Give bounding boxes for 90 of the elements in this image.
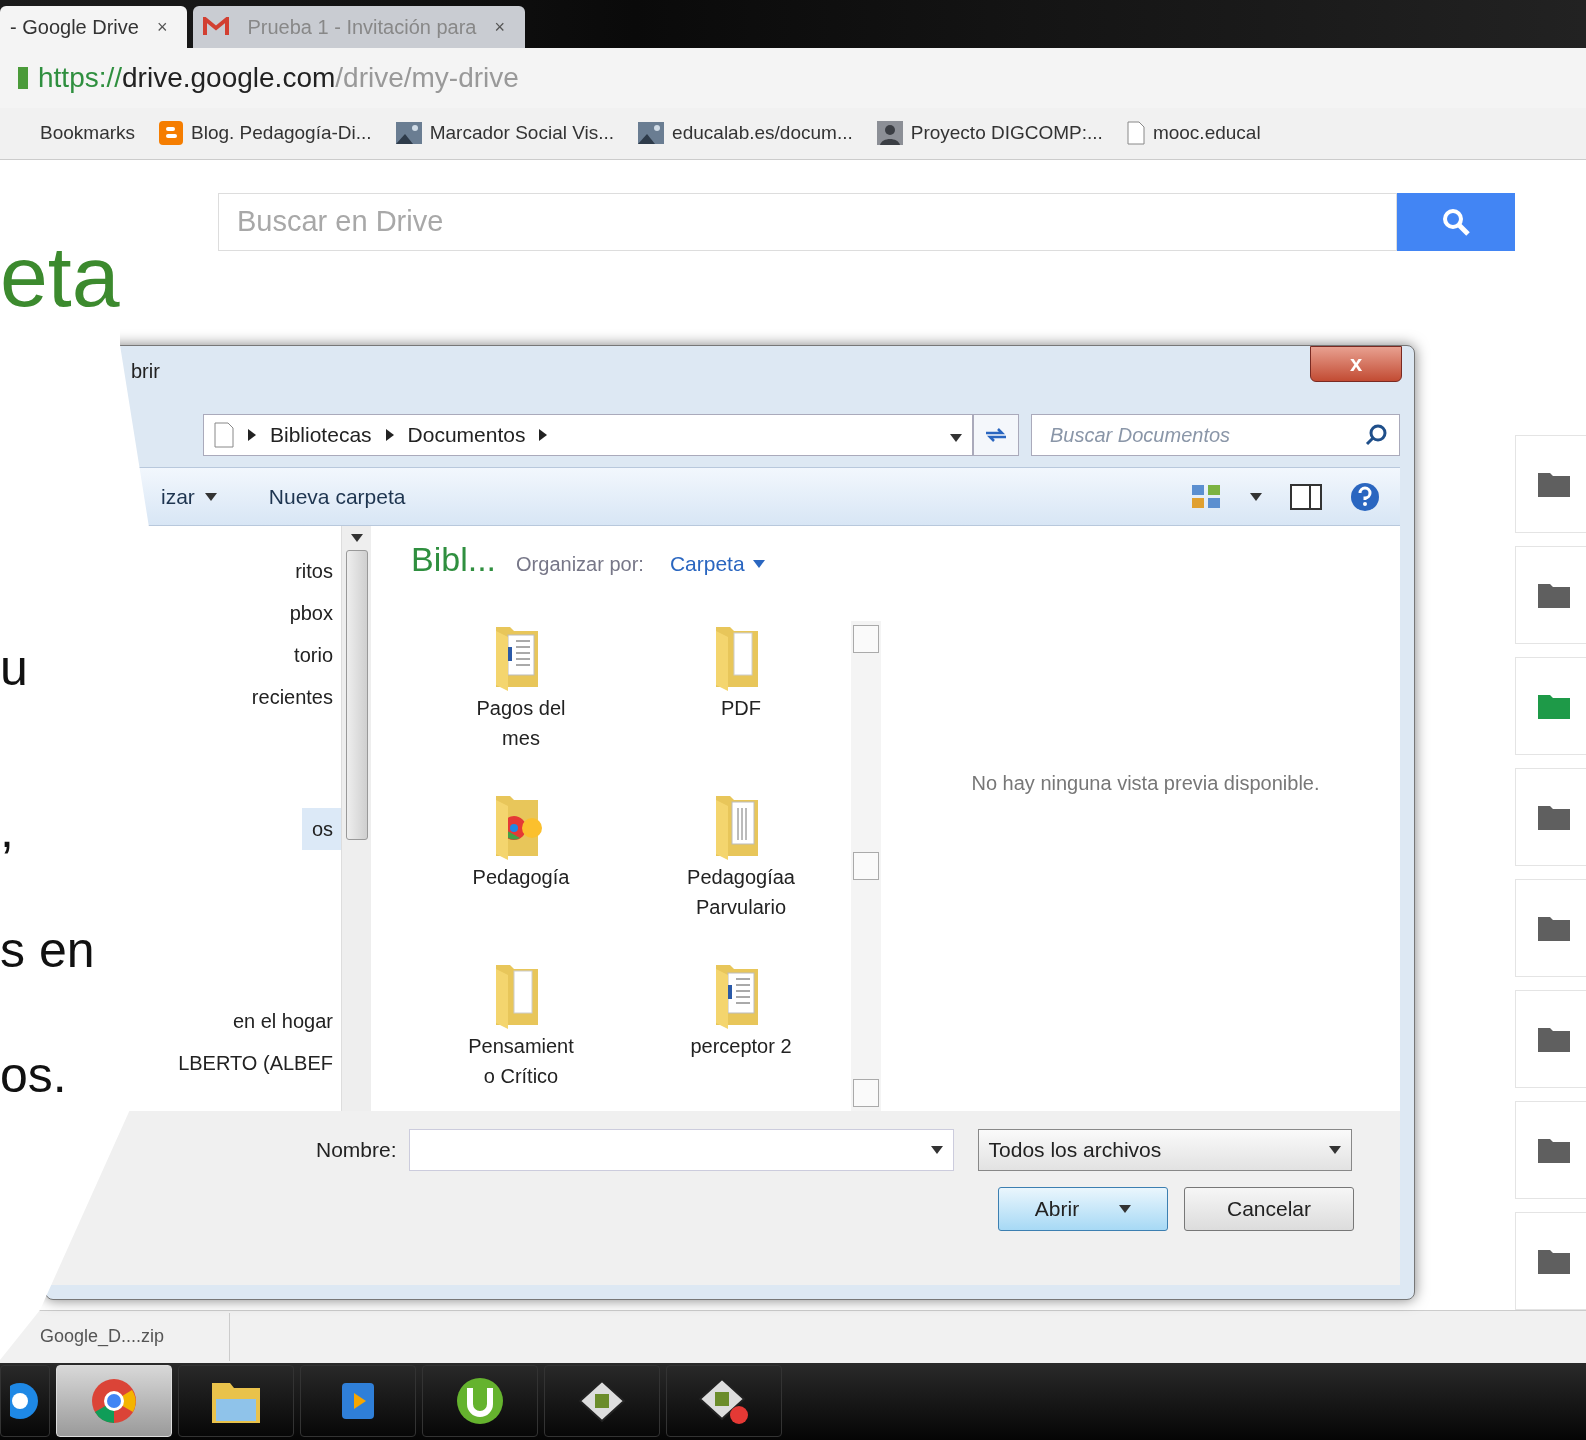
browser-tab[interactable]: - Google Drive × — [0, 6, 188, 49]
search-icon — [1365, 424, 1387, 447]
slide-text: u — [0, 643, 28, 693]
nav-item[interactable]: LBERTO (ALBEF — [168, 1042, 341, 1085]
folder-item[interactable]: Pedagogía — [411, 790, 631, 943]
name-label: Nombre: — [316, 1138, 397, 1163]
breadcrumb-item[interactable]: Documentos — [407, 423, 526, 448]
organize-menu[interactable]: izar — [161, 484, 217, 509]
scrollbar[interactable] — [851, 621, 881, 1112]
nav-item[interactable]: recientes — [241, 676, 341, 719]
search-button[interactable] — [1397, 192, 1515, 251]
taskbar-button[interactable] — [666, 1365, 782, 1438]
refresh-button[interactable] — [973, 414, 1019, 457]
taskbar-button[interactable] — [422, 1365, 538, 1438]
image-icon — [638, 122, 665, 145]
scrollbar[interactable] — [341, 526, 371, 1112]
blogger-icon — [159, 121, 184, 146]
preview-pane-icon[interactable] — [1290, 483, 1322, 510]
image-icon — [395, 122, 422, 145]
bookmark-item[interactable]: Marcador Social Vis... — [395, 122, 615, 145]
caret-icon — [1250, 492, 1262, 501]
torrent-icon — [455, 1376, 505, 1427]
arrow-icon — [539, 429, 548, 442]
open-button[interactable]: Abrir — [998, 1187, 1168, 1232]
search-field[interactable]: Buscar en Drive — [218, 192, 1397, 251]
bookmark-item[interactable]: Proyecto DIGCOMP:... — [876, 121, 1103, 146]
chrome-icon — [91, 1378, 137, 1425]
file-type-select[interactable]: Todos los archivos — [977, 1129, 1352, 1172]
nav-item[interactable]: os — [301, 808, 341, 851]
arrow-icon — [248, 429, 256, 442]
folder-item[interactable]: PDF — [631, 621, 851, 775]
dialog-title: brir — [131, 360, 160, 383]
nav-item[interactable]: pbox — [279, 592, 341, 635]
arrange-dropdown[interactable]: Carpeta — [663, 551, 771, 578]
breadcrumb-bar[interactable]: Bibliotecas Documentos — [203, 414, 973, 457]
document-icon — [214, 422, 234, 449]
library-title: Bibl... — [411, 540, 497, 580]
avatar-icon — [876, 121, 903, 146]
nav-item[interactable]: ritos — [285, 550, 341, 593]
search-icon — [1441, 206, 1471, 237]
slide-heading: eta — [0, 233, 120, 319]
preview-message: No hay ninguna vista previa disponible. — [971, 772, 1320, 796]
gmail-icon — [203, 17, 230, 38]
slide-text: os. — [0, 1050, 67, 1100]
caret-icon — [350, 534, 363, 543]
taskbar-button[interactable] — [0, 1365, 50, 1438]
close-icon[interactable]: × — [494, 16, 505, 38]
slide-text: , — [0, 805, 14, 855]
slide-text: s en — [0, 925, 95, 975]
taskbar-button[interactable] — [544, 1365, 660, 1438]
caret-icon — [950, 434, 962, 443]
folder-card[interactable] — [1515, 1211, 1586, 1310]
caret-icon — [930, 1146, 943, 1155]
name-field[interactable] — [408, 1129, 954, 1172]
folder-card[interactable] — [1515, 656, 1586, 755]
caret-icon — [204, 492, 217, 501]
folder-card[interactable] — [1515, 434, 1586, 533]
folder-card[interactable] — [1515, 1100, 1586, 1199]
app-icon — [697, 1377, 751, 1426]
view-icon[interactable] — [1192, 484, 1222, 509]
new-folder-button[interactable]: Nueva carpeta — [268, 484, 406, 509]
caret-icon — [752, 560, 765, 569]
caret-icon — [1328, 1146, 1341, 1155]
bookmark-item[interactable]: Blog. Pedagogía-Di... — [159, 121, 372, 146]
arrow-icon — [385, 429, 394, 442]
folder-card[interactable] — [1515, 989, 1586, 1088]
url-text[interactable]: https://drive.google.com/drive/my-drive — [38, 62, 519, 94]
caret-icon — [1119, 1205, 1132, 1214]
help-icon[interactable] — [1350, 481, 1380, 512]
folder-item[interactable]: perceptor 2 — [631, 958, 851, 1112]
bookmark-item[interactable]: educalab.es/docum... — [638, 122, 853, 145]
browser-tab[interactable]: Prueba 1 - Invitación para × — [193, 6, 525, 49]
nav-item[interactable]: torio — [284, 634, 341, 677]
nav-item[interactable]: en el hogar — [222, 1000, 341, 1043]
bookmark-item[interactable]: mooc.educal — [1126, 121, 1261, 146]
bookmark-item[interactable]: Bookmarks — [40, 122, 136, 145]
taskbar-button[interactable] — [178, 1365, 294, 1438]
folder-item[interactable]: Pensamient o Crítico — [411, 958, 631, 1112]
search-field[interactable]: Buscar Documentos — [1031, 414, 1400, 457]
app-icon — [577, 1379, 627, 1424]
folder-card[interactable] — [1515, 767, 1586, 866]
folder-card[interactable] — [1515, 545, 1586, 644]
folder-card[interactable] — [1515, 878, 1586, 977]
cancel-button[interactable]: Cancelar — [1184, 1187, 1354, 1232]
page-icon — [1126, 121, 1145, 146]
breadcrumb-item[interactable]: Bibliotecas — [270, 423, 372, 448]
folder-item[interactable]: Pagos del mes — [411, 621, 631, 775]
close-icon[interactable]: × — [156, 16, 168, 38]
folder-item[interactable]: Pedagogíaa Parvulario — [631, 790, 851, 943]
arrange-label: Organizar por: — [516, 553, 644, 577]
